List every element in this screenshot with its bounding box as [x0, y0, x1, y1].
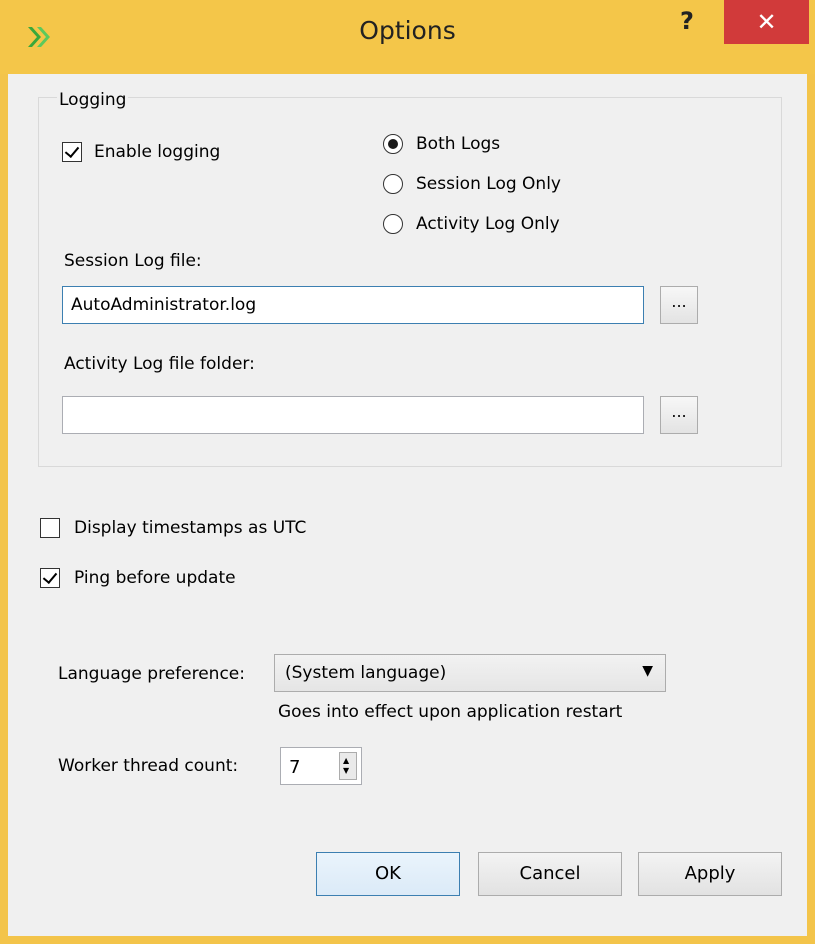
session-log-file-label: Session Log file: [64, 251, 202, 271]
close-button[interactable]: ✕ [724, 0, 809, 44]
session-log-file-input[interactable]: AutoAdministrator.log [62, 286, 644, 324]
worker-thread-count-spinbox[interactable]: 7 ▲ ▼ [280, 747, 362, 785]
radio-session-log-only-label[interactable]: Session Log Only [416, 174, 561, 194]
ok-button[interactable]: OK [316, 852, 460, 896]
activity-log-folder-input[interactable] [62, 396, 644, 434]
ping-before-update-checkbox[interactable] [40, 568, 60, 588]
activity-log-folder-label: Activity Log file folder: [64, 354, 255, 374]
session-log-browse-button[interactable]: ... [660, 286, 698, 324]
title-bar[interactable]: Options ? ✕ [0, 0, 815, 74]
language-preference-label: Language preference: [58, 664, 245, 684]
radio-both-logs-label[interactable]: Both Logs [416, 134, 500, 154]
radio-session-log-only[interactable] [383, 174, 403, 194]
spin-buttons[interactable]: ▲ ▼ [339, 752, 357, 780]
radio-both-logs[interactable] [383, 134, 403, 154]
enable-logging-label[interactable]: Enable logging [94, 142, 220, 162]
ping-before-update-label[interactable]: Ping before update [74, 568, 236, 588]
language-selected-value: (System language) [285, 663, 447, 683]
cancel-button[interactable]: Cancel [478, 852, 622, 896]
language-preference-dropdown[interactable]: (System language) ▼ [274, 654, 666, 692]
radio-activity-log-only[interactable] [383, 214, 403, 234]
checkmark-icon [64, 142, 80, 159]
help-button[interactable]: ? [660, 6, 714, 42]
enable-logging-checkbox[interactable] [62, 142, 82, 162]
spin-down-icon[interactable]: ▼ [343, 767, 349, 775]
dropdown-arrow-icon: ▼ [642, 663, 653, 679]
utc-timestamps-label[interactable]: Display timestamps as UTC [74, 518, 306, 538]
spin-up-icon[interactable]: ▲ [343, 757, 349, 765]
language-restart-note: Goes into effect upon application restar… [278, 702, 623, 722]
worker-thread-count-value[interactable]: 7 [289, 757, 300, 778]
worker-thread-count-label: Worker thread count: [58, 756, 239, 776]
dialog-client-area: Logging Enable logging Both Logs Session… [8, 74, 807, 936]
utc-timestamps-checkbox[interactable] [40, 518, 60, 538]
radio-activity-log-only-label[interactable]: Activity Log Only [416, 214, 560, 234]
apply-button[interactable]: Apply [638, 852, 782, 896]
logging-group-label: Logging [57, 90, 129, 110]
activity-log-browse-button[interactable]: ... [660, 396, 698, 434]
options-dialog: Options ? ✕ Logging Enable logging Both … [0, 0, 815, 944]
checkmark-icon [42, 568, 58, 585]
radio-selected-dot [388, 139, 398, 149]
